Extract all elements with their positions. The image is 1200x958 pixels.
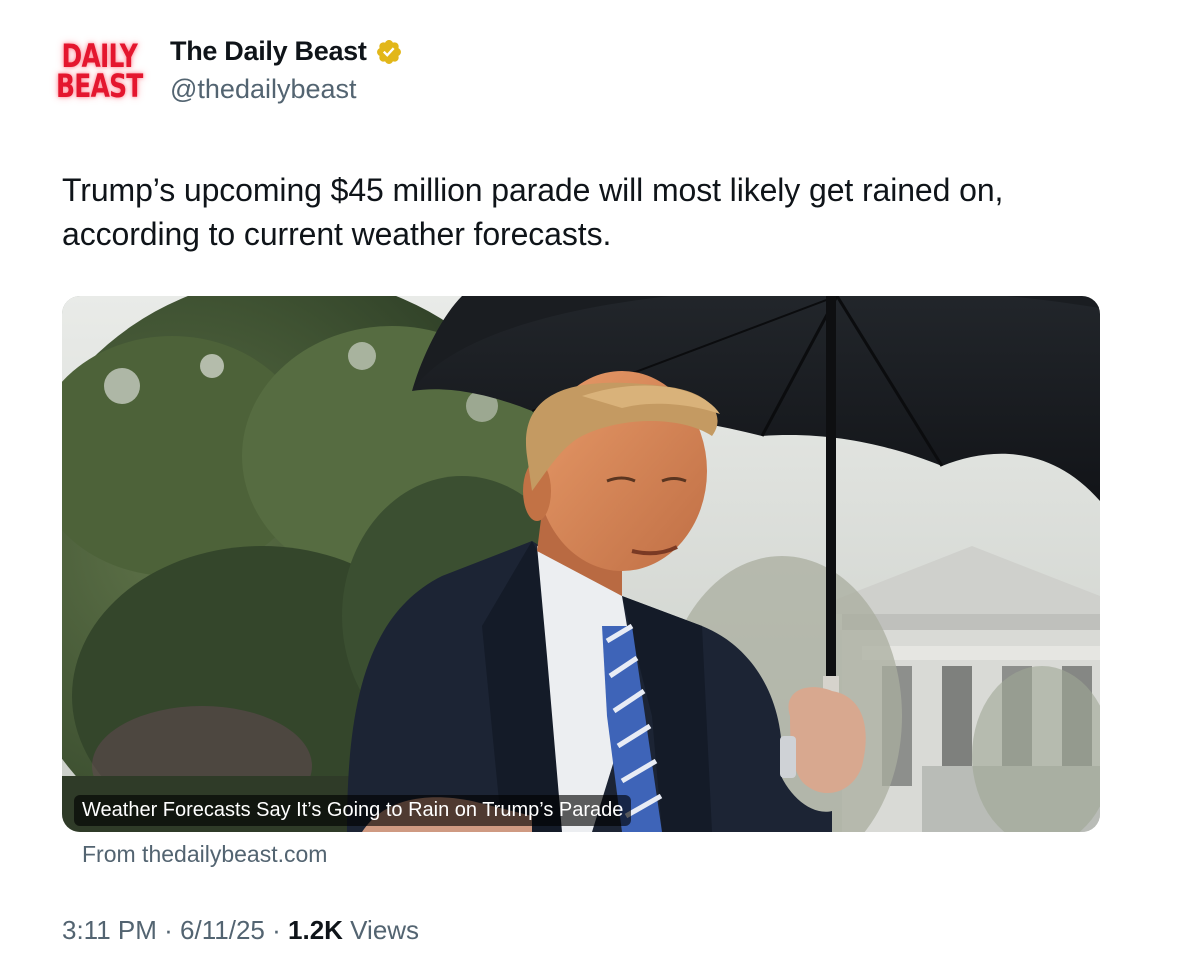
tweet-date[interactable]: 6/11/25	[180, 915, 265, 945]
tweet-text: Trump’s upcoming $45 million parade will…	[62, 172, 1004, 252]
card-caption: Weather Forecasts Say It’s Going to Rain…	[74, 795, 632, 826]
meta-separator-1: ·	[164, 915, 173, 945]
verified-badge-icon	[376, 39, 401, 64]
author-name-row[interactable]: The Daily Beast	[170, 36, 403, 67]
card-source-link[interactable]: From thedailybeast.com	[82, 841, 327, 868]
author-name[interactable]: The Daily Beast	[170, 36, 367, 67]
author-handle[interactable]: @thedailybeast	[170, 74, 357, 105]
avatar-logo[interactable]: DAILY BEAST	[56, 36, 143, 106]
views-label: Views	[350, 915, 420, 945]
tweet-time[interactable]: 3:11 PM	[62, 915, 157, 945]
tweet-meta: 3:11 PM · 6/11/25 · 1.2K Views	[62, 915, 419, 946]
meta-separator-2: ·	[272, 915, 281, 945]
avatar-line-2: BEAST	[56, 67, 143, 105]
views-count: 1.2K	[288, 915, 343, 945]
card-image	[62, 296, 1100, 832]
link-card[interactable]: Weather Forecasts Say It’s Going to Rain…	[62, 296, 1100, 832]
tweet-view: DAILY BEAST The Daily Beast @thedailybea…	[0, 0, 1200, 958]
